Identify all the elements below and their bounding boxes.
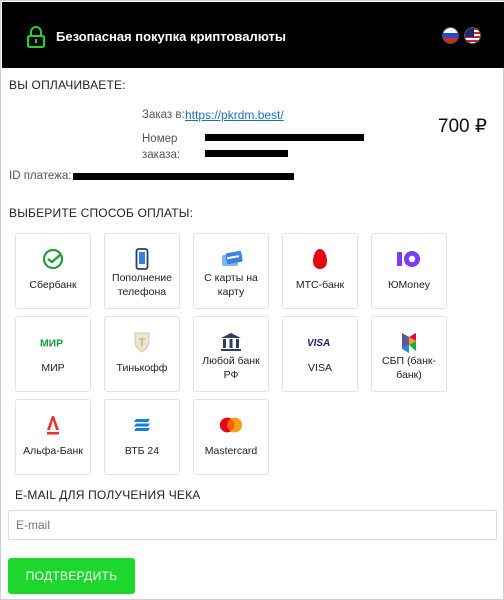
- visa-icon: VISA: [307, 331, 333, 353]
- method-yoomoney[interactable]: ЮMoney: [371, 233, 447, 309]
- method-label: ВТБ 24: [124, 445, 160, 457]
- choose-method-label: ВЫБЕРИТЕ СПОСОБ ОПЛАТЫ:: [9, 206, 194, 220]
- header-bar: Безопасная покупка криптовалюты: [2, 2, 504, 68]
- svg-text:МИР: МИР: [40, 338, 63, 349]
- method-any-bank[interactable]: Любой банк РФ: [193, 316, 269, 392]
- method-tinkoff[interactable]: Тинькофф: [104, 316, 180, 392]
- method-phone[interactable]: Пополнение телефона: [104, 233, 180, 309]
- method-label: МТС-банк: [295, 279, 345, 291]
- sbp-icon: [396, 331, 422, 353]
- phone-icon: [129, 248, 155, 270]
- method-label: СБП (банк-банк): [382, 355, 436, 381]
- method-visa[interactable]: VISA VISA: [282, 316, 358, 392]
- method-label: Пополнение телефона: [112, 272, 172, 298]
- us-flag-icon[interactable]: [464, 27, 481, 44]
- mastercard-icon: [218, 414, 244, 436]
- method-sbp[interactable]: СБП (банк-банк): [371, 316, 447, 392]
- method-label: Альфа-Банк: [23, 445, 83, 457]
- order-number-redacted: [205, 134, 364, 141]
- payment-id-label: ID платежа:: [9, 170, 72, 182]
- method-label: Тинькофф: [116, 362, 168, 374]
- method-vtb24[interactable]: ВТБ 24: [104, 399, 180, 475]
- order-link[interactable]: https://pkrdm.best/: [185, 108, 284, 122]
- method-label: МИР: [41, 362, 65, 374]
- payment-widget: Безопасная покупка криптовалюты ВЫ ОПЛАЧ…: [0, 0, 504, 600]
- method-alfa-bank[interactable]: Альфа-Банк: [15, 399, 91, 475]
- order-number-label: Номер заказа:: [142, 133, 181, 161]
- bank-building-icon: [218, 331, 244, 353]
- method-label: С карты на карту: [204, 272, 258, 298]
- method-label: VISA: [308, 362, 332, 374]
- method-sberbank[interactable]: Сбербанк: [15, 233, 91, 309]
- header-title: Безопасная покупка криптовалюты: [56, 29, 286, 44]
- email-input[interactable]: [8, 510, 497, 540]
- method-label: Mastercard: [204, 445, 258, 457]
- sberbank-icon: [40, 248, 66, 270]
- you-pay-label: ВЫ ОПЛАЧИВАЕТЕ:: [9, 78, 126, 92]
- order-number-redacted-2: [205, 150, 288, 157]
- vtb-icon: [129, 414, 155, 436]
- yoomoney-icon: [396, 248, 422, 270]
- method-mts-bank[interactable]: МТС-банк: [282, 233, 358, 309]
- method-card-to-card[interactable]: С карты на карту: [193, 233, 269, 309]
- ru-flag-icon[interactable]: [442, 27, 459, 44]
- method-mir[interactable]: МИР МИР: [15, 316, 91, 392]
- method-mastercard[interactable]: Mastercard: [193, 399, 269, 475]
- method-label: Любой банк РФ: [202, 355, 260, 381]
- mir-icon: МИР: [40, 331, 66, 353]
- card-transfer-icon: [218, 248, 244, 270]
- payment-id-redacted: [73, 173, 294, 180]
- lock-icon: [27, 26, 45, 48]
- method-label: ЮMoney: [387, 279, 431, 291]
- mts-egg-icon: [307, 248, 333, 270]
- svg-text:VISA: VISA: [307, 338, 330, 349]
- method-label: Сбербанк: [29, 279, 77, 291]
- order-at-label: Заказ в:: [142, 109, 185, 121]
- alfa-bank-icon: [40, 414, 66, 436]
- email-section-label: E-MAIL ДЛЯ ПОЛУЧЕНИЯ ЧЕКА: [15, 488, 201, 502]
- confirm-button[interactable]: ПОДТВЕРДИТЬ: [8, 558, 135, 594]
- payment-amount: 700 ₽: [437, 116, 487, 137]
- tinkoff-icon: [129, 331, 155, 353]
